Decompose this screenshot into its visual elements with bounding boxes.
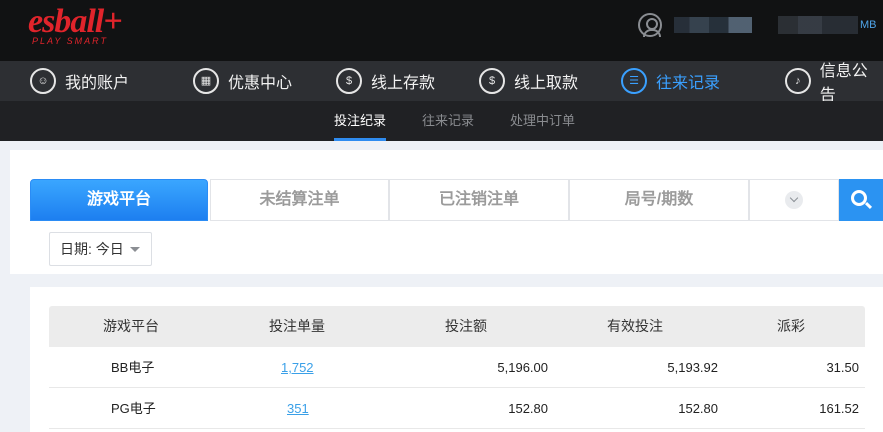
cell-valid-bet: 5,193.92 bbox=[667, 360, 718, 375]
nav-item-announcements[interactable]: ♪ 信息公告 bbox=[785, 61, 883, 104]
balance-redacted bbox=[778, 16, 858, 34]
nav-item-label: 我的账户 bbox=[65, 75, 130, 92]
table-row: BB电子 1,752 5,196.00 5,193.92 31.50 bbox=[49, 347, 865, 388]
cell-bet-amount: 5,196.00 bbox=[497, 360, 548, 375]
user-avatar-icon[interactable] bbox=[638, 13, 662, 37]
tab-game-platform[interactable]: 游戏平台 bbox=[30, 179, 208, 221]
nav-item-label: 线上取款 bbox=[514, 75, 579, 92]
brand-logo[interactable]: esball+ PLAY SMART bbox=[28, 3, 123, 47]
header-valid-bet: 有效投注 bbox=[607, 318, 663, 334]
cell-platform: PG电子 bbox=[111, 401, 156, 416]
nav-item-label: 往来记录 bbox=[656, 75, 721, 92]
caret-down-icon bbox=[130, 247, 140, 252]
logo-text: esball+ bbox=[28, 3, 123, 40]
header-bet-amount: 投注额 bbox=[445, 318, 487, 334]
top-bar: esball+ PLAY SMART MB bbox=[0, 0, 883, 61]
user-area[interactable]: MB bbox=[638, 12, 877, 38]
cell-bet-amount: 152.80 bbox=[508, 401, 548, 416]
cell-bet-count-link[interactable]: 1,752 bbox=[281, 347, 314, 388]
nav-item-my-account[interactable]: ☺ 我的账户 bbox=[30, 61, 129, 101]
nav-item-withdraw[interactable]: $ 线上取款 bbox=[479, 61, 578, 101]
search-icon bbox=[851, 190, 867, 206]
chevron-down-icon bbox=[785, 191, 803, 209]
nav-item-label: 信息公告 bbox=[819, 63, 868, 104]
tab-cancelled-bets[interactable]: 已注销注单 bbox=[389, 179, 569, 221]
user-name-tail: MB bbox=[860, 19, 877, 31]
withdraw-icon: $ bbox=[479, 68, 505, 94]
tab-round-number[interactable]: 局号/期数 bbox=[569, 179, 749, 221]
nav-item-label: 优惠中心 bbox=[228, 75, 293, 92]
subnav-item-pending-orders[interactable]: 处理中订单 bbox=[510, 101, 575, 141]
cell-bet-count-link[interactable]: 351 bbox=[287, 388, 309, 429]
subnav-item-transactions[interactable]: 往来记录 bbox=[422, 101, 474, 141]
tab-unsettled-bets[interactable]: 未结算注单 bbox=[210, 179, 389, 221]
date-filter-select[interactable]: 日期: 今日 bbox=[49, 232, 152, 266]
main-nav: ☺ 我的账户 ▦ 优惠中心 $ 线上存款 $ 线上取款 ☰ 往来记录 ♪ 信息公… bbox=[0, 61, 883, 104]
cell-platform: BB电子 bbox=[111, 360, 155, 375]
subnav-item-bet-records[interactable]: 投注纪录 bbox=[334, 101, 387, 141]
deposit-icon: $ bbox=[336, 68, 362, 94]
header-game-platform: 游戏平台 bbox=[103, 318, 159, 334]
sub-nav: 投注纪录 往来记录 处理中订单 bbox=[0, 101, 883, 141]
cell-payout: 31.50 bbox=[826, 360, 859, 375]
records-icon: ☰ bbox=[621, 68, 647, 94]
bet-summary-table: 游戏平台 投注单量 投注额 有效投注 派彩 BB电子 1,752 5,196.0… bbox=[49, 306, 865, 429]
table-header: 游戏平台 投注单量 投注额 有效投注 派彩 bbox=[49, 306, 865, 347]
header-payout: 派彩 bbox=[777, 318, 805, 334]
cell-payout: 161.52 bbox=[819, 401, 859, 416]
header-bet-count: 投注单量 bbox=[269, 318, 325, 334]
nav-item-label: 线上存款 bbox=[371, 75, 436, 92]
cell-valid-bet: 152.80 bbox=[678, 401, 718, 416]
nav-item-deposit[interactable]: $ 线上存款 bbox=[336, 61, 435, 101]
nav-item-records[interactable]: ☰ 往来记录 bbox=[621, 61, 720, 101]
table-row: PG电子 351 152.80 152.80 161.52 bbox=[49, 388, 865, 429]
more-tabs-dropdown[interactable] bbox=[749, 179, 839, 221]
search-button[interactable] bbox=[839, 179, 883, 221]
nav-item-promotions[interactable]: ▦ 优惠中心 bbox=[193, 61, 292, 101]
date-filter-label: 日期: 今日 bbox=[60, 241, 124, 257]
bell-icon: ♪ bbox=[785, 68, 811, 94]
username-redacted bbox=[674, 17, 752, 33]
user-icon: ☺ bbox=[30, 68, 56, 94]
gift-icon: ▦ bbox=[193, 68, 219, 94]
